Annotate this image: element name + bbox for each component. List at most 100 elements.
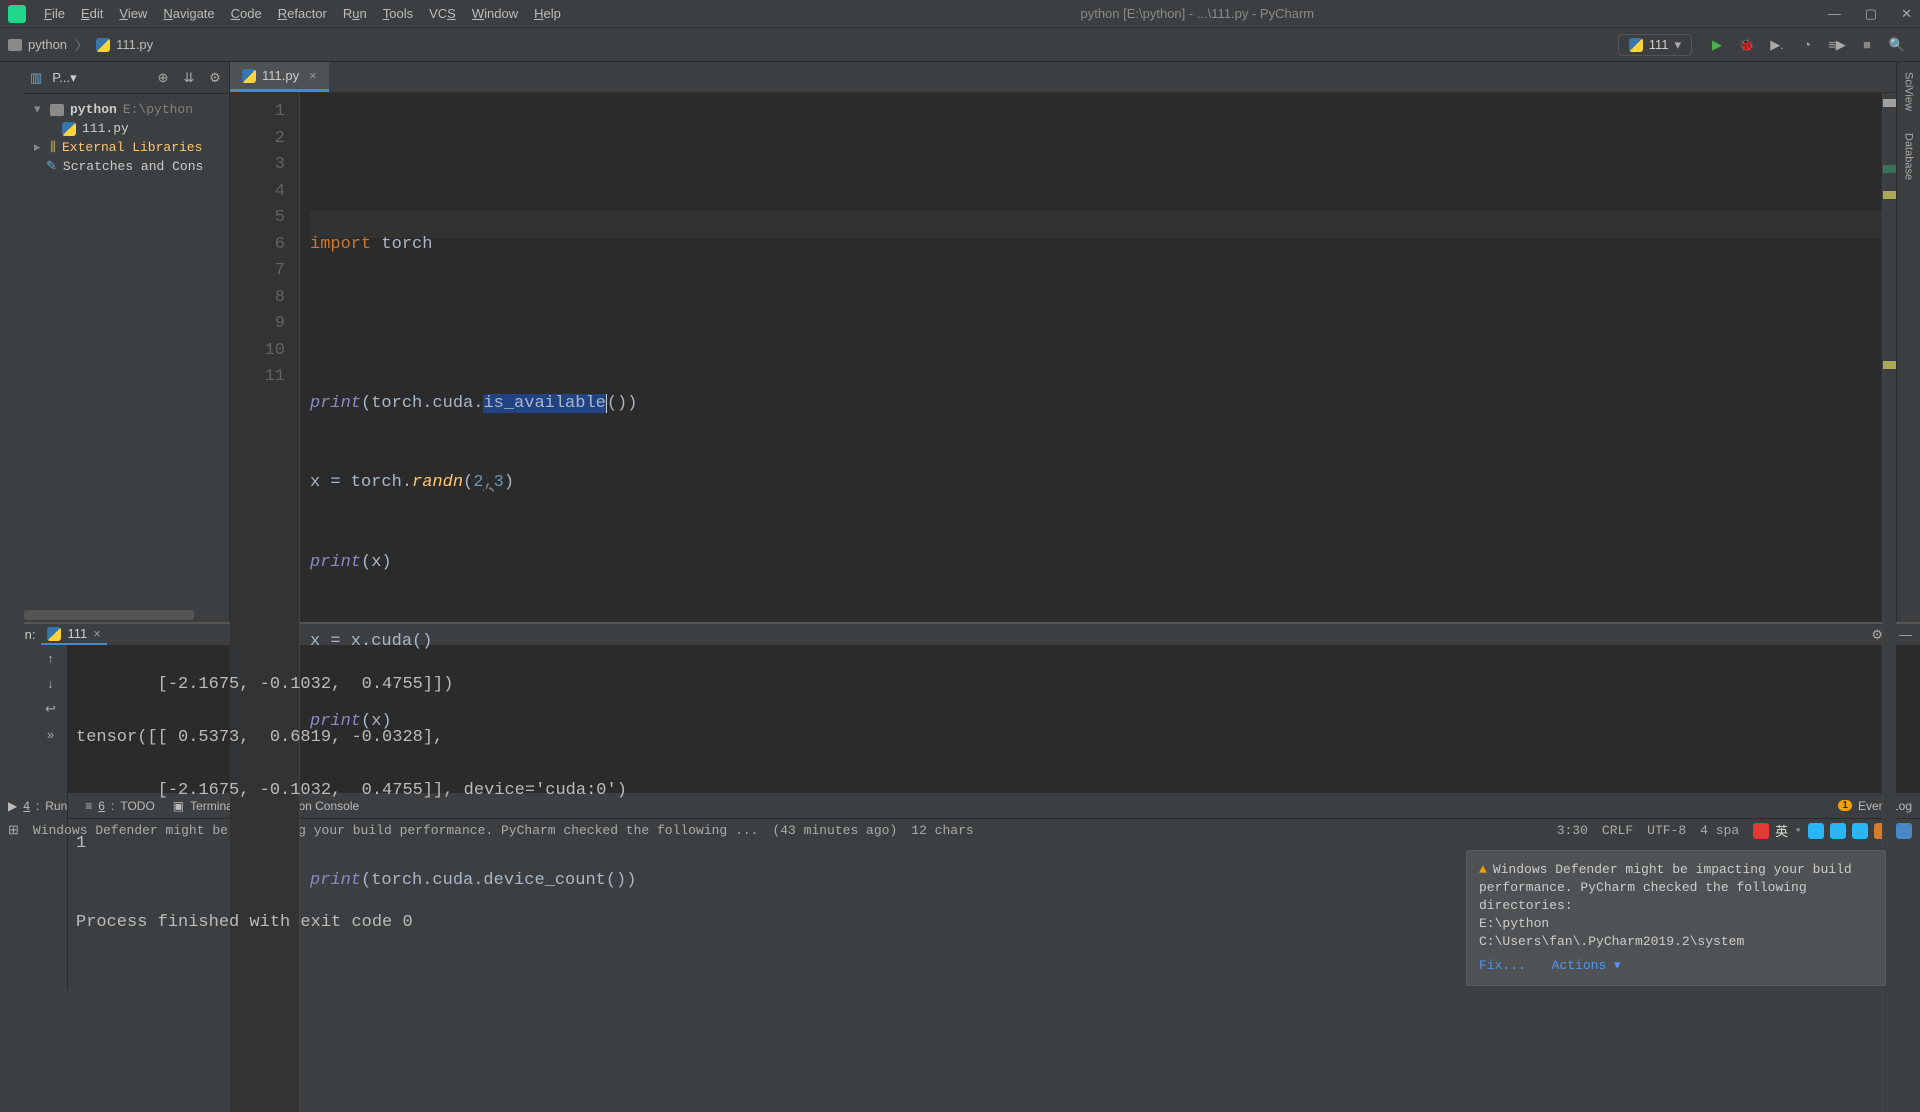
menu-code[interactable]: Code	[225, 4, 268, 23]
code-token: (	[463, 473, 473, 492]
minimize-icon[interactable]: —	[1828, 6, 1841, 22]
debug-button[interactable]: 🐞	[1736, 34, 1758, 56]
code-token: ())	[607, 394, 638, 413]
editor-marker[interactable]	[1883, 191, 1896, 199]
close-icon[interactable]: ✕	[1901, 6, 1912, 22]
layout-icon[interactable]: ▤	[11, 702, 23, 718]
code-token: torch	[371, 235, 432, 254]
breadcrumb-file: 111.py	[116, 37, 153, 52]
maximize-icon[interactable]: ▢	[1865, 6, 1877, 22]
run-coverage-button[interactable]: ▶.	[1766, 34, 1788, 56]
concurrency-button[interactable]: ≡▶	[1826, 34, 1848, 56]
tab-favorites[interactable]: 2: Favorites	[0, 505, 16, 570]
tree-root[interactable]: ▾ python E:\python	[28, 100, 225, 119]
code-token: x = x.cuda()	[310, 632, 432, 651]
tree-file[interactable]: 111.py	[28, 119, 225, 138]
tab-sciview[interactable]: SciView	[1901, 68, 1917, 115]
up-icon[interactable]: ↑	[47, 651, 54, 666]
library-icon: ⫼	[50, 140, 56, 155]
line-number: 5	[230, 205, 285, 232]
main-menus: File Edit View Navigate Code Refactor Ru…	[38, 4, 567, 23]
tree-scratches[interactable]: ✎ Scratches and Cons	[28, 157, 225, 176]
code-token: ,	[483, 473, 493, 492]
run-button[interactable]: ▶	[1706, 34, 1728, 56]
minimize-tool-icon[interactable]: —	[1899, 627, 1912, 642]
project-view-title[interactable]: P...▾	[52, 70, 145, 86]
python-file-icon	[62, 122, 76, 136]
python-file-icon	[242, 69, 256, 83]
code-token: (x)	[361, 553, 392, 572]
down-icon[interactable]: ↓	[47, 676, 54, 691]
search-everywhere-button[interactable]: 🔍	[1886, 34, 1908, 56]
menu-help[interactable]: Help	[528, 4, 567, 23]
line-number: 4	[230, 179, 285, 206]
menu-navigate[interactable]: Navigate	[157, 4, 220, 23]
close-tab-icon[interactable]: ×	[309, 68, 317, 83]
chevron-down-icon[interactable]: ▾	[34, 102, 44, 117]
menu-window[interactable]: Window	[466, 4, 524, 23]
run-label: Run:	[8, 627, 35, 642]
line-number: 1	[230, 99, 285, 126]
menu-refactor[interactable]: Refactor	[272, 4, 333, 23]
line-number: 6	[230, 232, 285, 259]
tab-run[interactable]: ▶4: Run	[8, 799, 67, 813]
menu-file[interactable]: File	[38, 4, 71, 23]
menu-vcs[interactable]: VCS	[423, 4, 462, 23]
tree-root-path: E:\python	[123, 102, 193, 117]
target-icon[interactable]: ⊕	[155, 70, 171, 86]
collapse-icon[interactable]: ⇊	[181, 70, 197, 86]
wrap-icon[interactable]: ↩	[45, 701, 56, 717]
right-tool-stripe: SciView Database	[1896, 62, 1920, 622]
editor-area: 111.py × 1 2 3 4 5 6 7 8 9 10 11 import …	[230, 62, 1896, 622]
run-side-toolbar-2: ↑ ↓ ↩ »	[34, 645, 68, 990]
stop-button[interactable]: ■	[1856, 34, 1878, 56]
more-icon[interactable]: »	[13, 728, 20, 743]
code-token: (torch.cuda.	[361, 394, 483, 413]
editor-marker[interactable]	[1883, 165, 1896, 173]
gear-icon[interactable]: ⚙	[207, 70, 223, 86]
code-token: (torch.cuda.device_count())	[361, 871, 636, 890]
run-config-name: 111	[1649, 37, 1669, 52]
project-tool-header: ▥ P...▾ ⊕ ⇊ ⚙	[24, 62, 229, 94]
line-number: 10	[230, 338, 285, 365]
code-token: import	[310, 235, 371, 254]
menu-run[interactable]: Run	[337, 4, 373, 23]
line-number: 3	[230, 152, 285, 179]
editor-marker[interactable]	[1883, 99, 1896, 107]
python-file-icon	[96, 38, 110, 52]
tool-window-toggle-icon[interactable]: ⊞	[8, 823, 19, 838]
tree-external-libraries[interactable]: ▸ ⫼ External Libraries	[28, 138, 225, 157]
editor-tab-name: 111.py	[262, 68, 299, 83]
line-number: 11	[230, 364, 285, 391]
tab-structure[interactable]: 7: Structure	[0, 360, 16, 425]
breadcrumb[interactable]: python 〉 111.py	[8, 35, 153, 54]
tab-project[interactable]: 1: Project	[4, 68, 20, 122]
close-tab-icon[interactable]: ×	[93, 626, 101, 641]
editor-marker[interactable]	[1883, 361, 1896, 369]
tree-scratch-label: Scratches and Cons	[63, 159, 203, 174]
code-editor[interactable]: 1 2 3 4 5 6 7 8 9 10 11 import torch pri…	[230, 93, 1896, 1112]
project-horizontal-scrollbar[interactable]	[24, 610, 194, 620]
star-icon[interactable]: ★	[0, 578, 24, 594]
tree-root-name: python	[70, 102, 117, 117]
code-token: randn	[412, 473, 463, 492]
tab-database[interactable]: Database	[1901, 129, 1917, 184]
menu-edit[interactable]: Edit	[75, 4, 109, 23]
rerun-button[interactable]: ▶	[12, 651, 22, 667]
line-number: 9	[230, 311, 285, 338]
run-config-selector[interactable]: 111 ▾	[1618, 34, 1692, 56]
stop-button[interactable]: ■	[13, 677, 21, 692]
run-tab-name: 111	[67, 626, 87, 641]
more-icon[interactable]: »	[47, 727, 54, 742]
editor-tab[interactable]: 111.py ×	[230, 62, 329, 92]
code-content[interactable]: import torch print(torch.cuda.is_availab…	[300, 93, 1882, 1112]
python-icon	[1629, 38, 1643, 52]
menu-view[interactable]: View	[113, 4, 153, 23]
project-tree[interactable]: ▾ python E:\python 111.py ▸ ⫼ External L…	[24, 94, 229, 182]
pycharm-logo-icon	[8, 5, 26, 23]
run-tab[interactable]: 111 ×	[41, 624, 106, 645]
output-line: [-2.1675, -0.1032, 0.4755]])	[76, 672, 1912, 699]
chevron-right-icon[interactable]: ▸	[34, 140, 44, 155]
profile-button[interactable]: ◔	[1796, 34, 1818, 56]
menu-tools[interactable]: Tools	[377, 4, 419, 23]
